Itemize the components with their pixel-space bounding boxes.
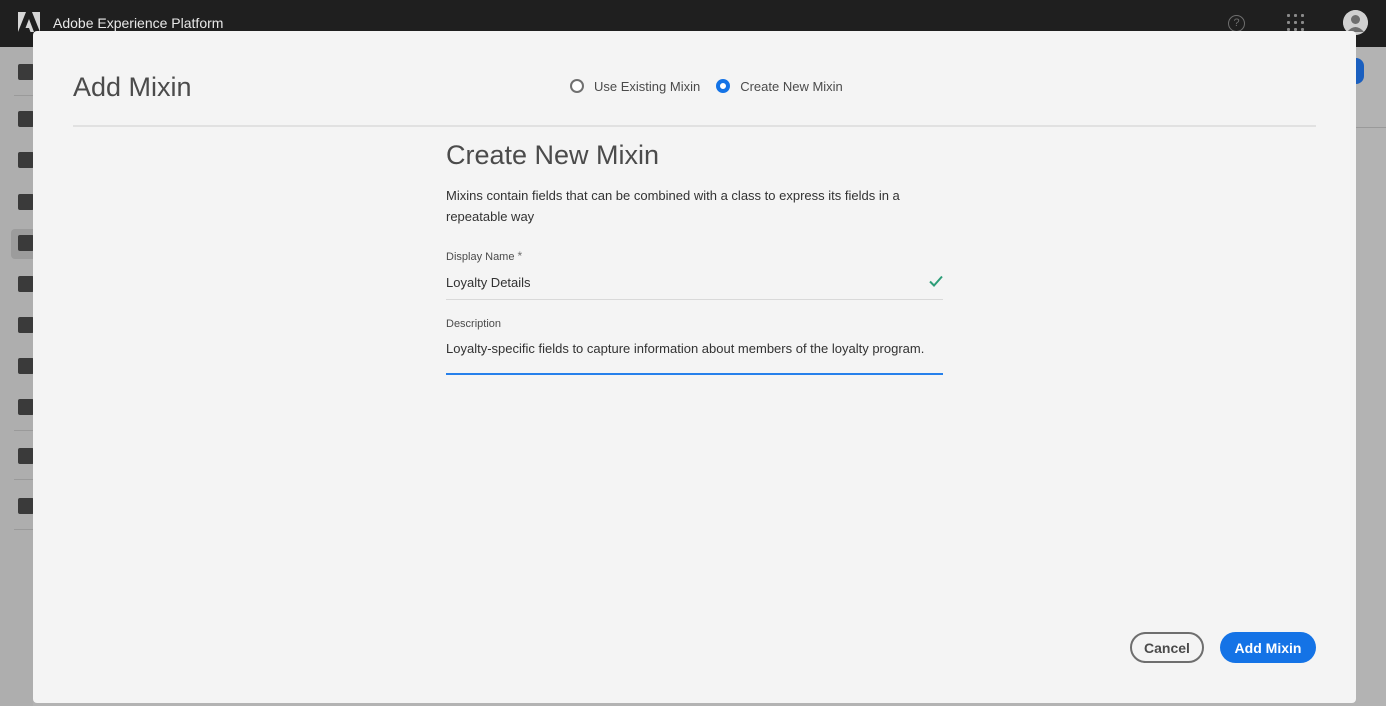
radio-checked-icon[interactable] [716, 79, 731, 93]
radio-label-use-existing: Use Existing Mixin [594, 78, 701, 94]
sources-icon[interactable] [18, 317, 34, 333]
create-new-mixin-option[interactable]: Create New Mixin [716, 79, 843, 94]
nav-divider [14, 430, 33, 431]
section-description: Mixins contain fields that can be combin… [446, 188, 900, 224]
dialog-title: Add Mixin [73, 72, 192, 102]
help-icon[interactable]: ? [1228, 15, 1245, 32]
adobe-logo-icon[interactable] [18, 12, 40, 32]
header-divider [73, 125, 1316, 127]
left-nav [0, 47, 34, 706]
display-name-underline [446, 299, 943, 300]
home-icon[interactable] [18, 64, 34, 80]
cancel-button[interactable]: Cancel [1130, 632, 1204, 663]
destinations-icon[interactable] [18, 448, 34, 464]
nav-divider [14, 479, 33, 480]
segments-icon[interactable] [18, 152, 34, 168]
background-divider [1356, 127, 1386, 128]
nav-divider [14, 95, 33, 96]
apps-grid-icon[interactable] [1287, 14, 1304, 31]
identities-icon[interactable] [18, 194, 34, 210]
nav-divider [14, 529, 33, 530]
display-name-label: Display Name * [446, 249, 943, 263]
profile-icon[interactable] [18, 111, 34, 127]
create-mixin-form: Create New Mixin Mixins contain fields t… [446, 137, 943, 375]
schemas-icon[interactable] [18, 235, 34, 251]
display-name-field: Display Name * Loyalty Details [446, 249, 943, 300]
add-mixin-button[interactable]: Add Mixin [1220, 632, 1316, 663]
monitoring-icon[interactable] [18, 498, 34, 514]
required-marker: * [517, 249, 523, 263]
background-primary-button [1356, 58, 1364, 84]
valid-check-icon [929, 275, 943, 287]
description-label: Description [446, 318, 502, 330]
use-existing-mixin-option[interactable]: Use Existing Mixin [570, 79, 700, 94]
add-mixin-dialog: Add Mixin Use Existing Mixin Create New … [33, 31, 1356, 703]
radio-unchecked-icon[interactable] [570, 79, 584, 93]
mixin-mode-radio-group: Use Existing Mixin Create New Mixin [570, 77, 859, 95]
queries-icon[interactable] [18, 399, 34, 415]
radio-label-create-new: Create New Mixin [740, 78, 843, 94]
display-name-label-text: Display Name [446, 251, 515, 263]
datasets-icon[interactable] [18, 276, 34, 292]
app-title[interactable]: Adobe Experience Platform [53, 15, 223, 31]
display-name-input[interactable]: Loyalty Details [446, 274, 943, 291]
section-title: Create New Mixin [446, 140, 660, 170]
description-textarea[interactable]: Loyalty-specific fields to capture infor… [446, 340, 943, 357]
models-icon[interactable] [18, 358, 34, 374]
description-field: Description Loyalty-specific fields to c… [446, 317, 943, 375]
description-focus-underline [446, 373, 943, 375]
